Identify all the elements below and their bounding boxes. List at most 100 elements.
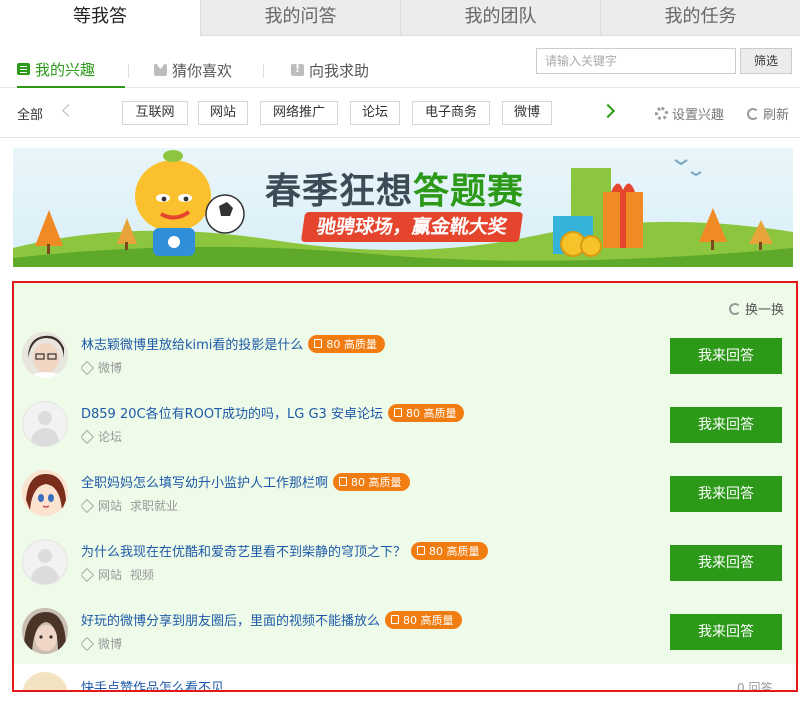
question-tags: 微博 xyxy=(79,359,130,376)
question-title[interactable]: 为什么我现在在优酷和爱奇艺里看不到柴静的穹顶之下？ 80 高质量 xyxy=(81,541,488,560)
question-tags: 微博 xyxy=(79,635,130,652)
question-list: 换一换 林志颖微博里放给kimi看的投影是什么 80 高质量 微博 我来回答 D8… xyxy=(12,281,798,692)
divider xyxy=(128,64,129,78)
badge-text: 80 高质量 xyxy=(405,406,457,420)
tag-icon xyxy=(79,498,95,513)
answer-button[interactable]: 我来回答 xyxy=(670,407,782,443)
question-item: 全职妈妈怎么填写幼升小监护人工作那栏啊 80 高质量 网站 求职就业 我来回答 xyxy=(14,457,796,526)
avatar[interactable] xyxy=(22,470,68,516)
list-icon xyxy=(17,63,30,75)
tag-all[interactable]: 全部 xyxy=(17,104,43,123)
coin-icon xyxy=(391,615,400,624)
question-tag[interactable]: 网站 xyxy=(98,497,122,514)
answer-button[interactable]: 我来回答 xyxy=(670,476,782,512)
badge-text: 80 高质量 xyxy=(429,544,480,558)
question-tags: 网站 求职就业 xyxy=(79,497,186,514)
reward-badge: 80 高质量 xyxy=(387,403,465,422)
subtab-my-interests[interactable]: 我的兴趣 xyxy=(17,52,125,88)
refresh-label: 刷新 xyxy=(763,108,790,123)
set-interest-label: 设置兴趣 xyxy=(672,108,725,123)
promo-banner[interactable]: 春季狂想答题赛 驰骋球场，赢金靴大奖 xyxy=(13,148,793,267)
banner-subtitle: 驰骋球场，赢金靴大奖 xyxy=(300,212,524,242)
tab-my-qa[interactable]: 我的问答 xyxy=(200,0,400,36)
question-item: 林志颖微博里放给kimi看的投影是什么 80 高质量 微博 我来回答 xyxy=(14,319,796,388)
question-title-text: 全职妈妈怎么填写幼升小监护人工作那栏啊 xyxy=(81,476,329,491)
set-interest-button[interactable]: 设置兴趣 xyxy=(655,104,724,123)
tag-item[interactable]: 微博 xyxy=(502,101,552,125)
chevron-right-icon[interactable] xyxy=(603,102,615,120)
question-tag[interactable]: 微博 xyxy=(98,635,122,652)
refresh-button[interactable]: 刷新 xyxy=(747,104,789,123)
subtab-label: 猜你喜欢 xyxy=(172,61,233,80)
badge-text: 80 高质量 xyxy=(351,475,402,489)
avatar[interactable] xyxy=(22,608,68,654)
banner-title-part1: 春季狂想 xyxy=(265,171,414,212)
tag-item[interactable]: 网站 xyxy=(198,101,248,125)
tag-icon xyxy=(79,429,95,444)
tab-my-team[interactable]: 我的团队 xyxy=(400,0,600,36)
avatar[interactable] xyxy=(22,672,68,690)
question-title[interactable]: D859 20C各位有ROOT成功的吗，LG G3 安卓论坛 80 高质量 xyxy=(81,403,465,422)
tag-item[interactable]: 网络推广 xyxy=(260,101,338,125)
question-item: 为什么我现在在优酷和爱奇艺里看不到柴静的穹顶之下？ 80 高质量 网站 视频 我来回… xyxy=(14,526,796,595)
tag-item[interactable]: 论坛 xyxy=(350,101,400,125)
reward-badge: 80 高质量 xyxy=(308,334,385,353)
question-tag[interactable]: 求职就业 xyxy=(130,497,178,514)
reward-badge: 80 高质量 xyxy=(411,541,488,560)
question-tag[interactable]: 微博 xyxy=(98,359,122,376)
question-title[interactable]: 好玩的微博分享到朋友圈后，里面的视频不能播放么 80 高质量 xyxy=(81,610,462,629)
question-title-text: 林志颖微博里放给kimi看的投影是什么 xyxy=(81,338,304,353)
question-tag[interactable]: 网站 xyxy=(98,566,122,583)
reward-badge: 80 高质量 xyxy=(385,610,462,629)
refresh-icon xyxy=(747,107,759,120)
question-tags: 网站 视频 xyxy=(79,566,162,583)
subtab-ask-me-for-help[interactable]: 向我求助 xyxy=(291,52,369,88)
badge-text: 80 高质量 xyxy=(403,613,454,627)
tab-my-tasks[interactable]: 我的任务 xyxy=(600,0,800,36)
question-title[interactable]: 全职妈妈怎么填写幼升小监护人工作那栏啊 80 高质量 xyxy=(81,472,410,491)
tag-item[interactable]: 电子商务 xyxy=(412,101,490,125)
coin-icon xyxy=(339,477,348,486)
swap-label: 换一换 xyxy=(744,303,784,318)
swap-button[interactable]: 换一换 xyxy=(728,299,784,318)
subtab-guess-you-like[interactable]: 猜你喜欢 xyxy=(154,52,232,88)
tag-item[interactable]: 互联网 xyxy=(122,101,188,125)
tag-icon xyxy=(79,636,95,651)
question-title-text: 为什么我现在在优酷和爱奇艺里看不到柴静的穹顶之下？ xyxy=(81,545,407,560)
question-tag[interactable]: 视频 xyxy=(130,566,154,583)
avatar-image xyxy=(22,608,68,654)
answer-button[interactable]: 我来回答 xyxy=(670,545,782,581)
question-title-text: D859 20C各位有ROOT成功的吗，LG G3 安卓论坛 xyxy=(81,407,383,422)
answer-button[interactable]: 我来回答 xyxy=(670,338,782,374)
question-title[interactable]: 快手点赞作品怎么看不见 xyxy=(81,677,225,692)
tag-icon xyxy=(79,360,95,375)
banner-title-part2: 答题赛 xyxy=(413,171,525,212)
question-item: 好玩的微博分享到朋友圈后，里面的视频不能播放么 80 高质量 微博 我来回答 xyxy=(14,595,796,664)
question-item: 快手点赞作品怎么看不见 0 回答 xyxy=(14,664,796,692)
question-tag[interactable]: 论坛 xyxy=(98,428,122,445)
question-title-text: 快手点赞作品怎么看不见 xyxy=(81,681,225,692)
avatar[interactable] xyxy=(22,332,68,378)
tag-bar: 全部 互联网 网站 网络推广 论坛 电子商务 微博 设置兴趣 刷新 xyxy=(0,88,800,138)
exclamation-icon xyxy=(291,62,304,76)
refresh-icon xyxy=(728,302,741,315)
chevron-left-icon[interactable] xyxy=(60,102,72,120)
subtab-label: 向我求助 xyxy=(309,61,370,80)
question-item: D859 20C各位有ROOT成功的吗，LG G3 安卓论坛 80 高质量 论坛 … xyxy=(14,388,796,457)
filter-button[interactable]: 筛选 xyxy=(740,48,792,74)
banner-title: 春季狂想答题赛 xyxy=(265,162,524,214)
answer-button[interactable]: 我来回答 xyxy=(670,614,782,650)
question-title[interactable]: 林志颖微博里放给kimi看的投影是什么 80 高质量 xyxy=(81,334,385,353)
question-title-text: 好玩的微博分享到朋友圈后，里面的视频不能播放么 xyxy=(81,614,381,629)
coin-icon xyxy=(314,339,323,348)
search-input[interactable] xyxy=(536,48,736,74)
avatar-image xyxy=(22,332,68,378)
answer-count: 0 回答 xyxy=(737,681,773,692)
reward-badge: 80 高质量 xyxy=(333,472,410,491)
badge-text: 80 高质量 xyxy=(326,337,377,351)
coin-icon xyxy=(393,408,402,417)
avatar-image xyxy=(22,470,68,516)
avatar[interactable] xyxy=(22,401,68,447)
avatar[interactable] xyxy=(22,539,68,585)
tab-wait-answer[interactable]: 等我答 xyxy=(0,0,200,36)
